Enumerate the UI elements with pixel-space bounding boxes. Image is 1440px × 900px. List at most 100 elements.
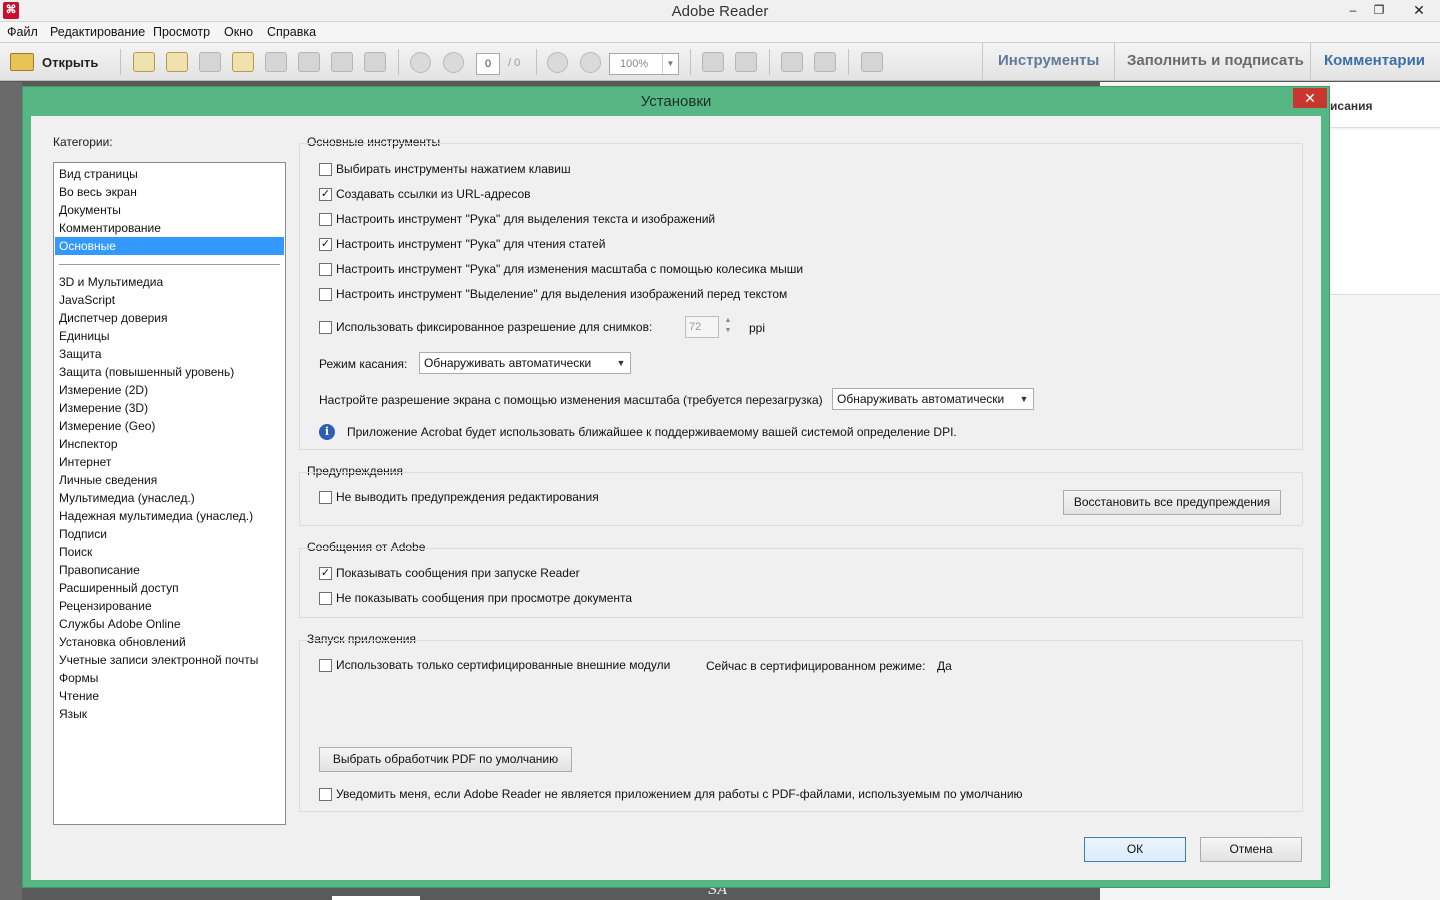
toolbar-separator bbox=[120, 49, 121, 75]
checkbox-fixed-resolution[interactable] bbox=[319, 320, 332, 334]
category-item[interactable]: Расширенный доступ bbox=[55, 579, 284, 597]
save-icon[interactable] bbox=[298, 52, 320, 72]
category-item[interactable]: Инспектор bbox=[55, 435, 284, 453]
category-item[interactable]: Комментирование bbox=[55, 219, 284, 237]
fit-width-icon[interactable] bbox=[735, 52, 757, 72]
menu-edit[interactable]: Редактирование bbox=[50, 25, 145, 39]
checkbox-hand-select-text[interactable] bbox=[319, 212, 332, 226]
open-folder-icon[interactable] bbox=[232, 52, 254, 72]
close-window-button[interactable]: ✕ bbox=[1400, 0, 1438, 20]
ok-button[interactable]: ОК bbox=[1084, 837, 1186, 862]
category-item[interactable]: Формы bbox=[55, 669, 284, 687]
edit-icon[interactable] bbox=[199, 52, 221, 72]
email-icon[interactable] bbox=[364, 52, 386, 72]
category-item[interactable]: Службы Adobe Online bbox=[55, 615, 284, 633]
resolution-stepper[interactable]: ▲ ▼ bbox=[721, 316, 735, 338]
categories-list[interactable]: Вид страницы Во весь экран Документы Ком… bbox=[53, 162, 286, 825]
category-item[interactable]: Защита (повышенный уровень) bbox=[55, 363, 284, 381]
checkbox-no-edit-warnings[interactable] bbox=[319, 490, 332, 504]
checkbox-hand-zoom-wheel[interactable] bbox=[319, 262, 332, 276]
toolbar-separator bbox=[536, 49, 537, 75]
category-item[interactable]: Язык bbox=[55, 705, 284, 723]
certified-mode-value: Да bbox=[937, 659, 952, 673]
option-row: Уведомить меня, если Adobe Reader не явл… bbox=[319, 787, 1023, 801]
print-icon[interactable] bbox=[331, 52, 353, 72]
fit-page-icon[interactable] bbox=[702, 52, 724, 72]
category-item[interactable]: Личные сведения bbox=[55, 471, 284, 489]
menu-file[interactable]: Файл bbox=[7, 25, 38, 39]
category-item[interactable]: Диспетчер доверия bbox=[55, 309, 284, 327]
checkbox-select-images-first[interactable] bbox=[319, 287, 332, 301]
category-item[interactable]: JavaScript bbox=[55, 291, 284, 309]
toolbar-separator bbox=[848, 49, 849, 75]
resolution-input[interactable]: 72 bbox=[685, 316, 719, 338]
zoom-out-icon[interactable] bbox=[547, 52, 568, 73]
screen-scale-select[interactable]: Обнаруживать автоматически ▼ bbox=[832, 388, 1034, 410]
touch-mode-select[interactable]: Обнаруживать автоматически ▼ bbox=[419, 352, 631, 374]
category-item[interactable]: Правописание bbox=[55, 561, 284, 579]
checkbox-create-links[interactable]: ✓ bbox=[319, 187, 332, 201]
open-button[interactable]: Открыть bbox=[6, 48, 110, 76]
cancel-button[interactable]: Отмена bbox=[1200, 837, 1302, 862]
option-row: Использовать фиксированное разрешение дл… bbox=[319, 320, 652, 334]
checkbox-hide-messages-viewing[interactable] bbox=[319, 591, 332, 605]
category-item-selected[interactable]: Основные bbox=[55, 237, 284, 255]
option-label: Уведомить меня, если Adobe Reader не явл… bbox=[336, 787, 1023, 801]
tab-tools[interactable]: Инструменты bbox=[998, 52, 1099, 69]
previous-page-icon[interactable] bbox=[410, 52, 431, 73]
export-pdf-icon[interactable] bbox=[166, 52, 188, 72]
category-item[interactable]: Измерение (2D) bbox=[55, 381, 284, 399]
category-item[interactable]: Интернет bbox=[55, 453, 284, 471]
category-item[interactable]: Единицы bbox=[55, 327, 284, 345]
category-item[interactable]: Чтение bbox=[55, 687, 284, 705]
toolbar-separator bbox=[1114, 43, 1115, 81]
default-pdf-handler-button[interactable]: Выбрать обработчик PDF по умолчанию bbox=[319, 747, 572, 772]
dialog-close-button[interactable]: ✕ bbox=[1293, 88, 1327, 108]
category-item[interactable]: Документы bbox=[55, 201, 284, 219]
chevron-down-icon[interactable]: ▼ bbox=[662, 54, 678, 74]
restore-warnings-button[interactable]: Восстановить все предупреждения bbox=[1063, 490, 1281, 515]
category-item[interactable]: Рецензирование bbox=[55, 597, 284, 615]
maximize-button[interactable]: ❐ bbox=[1364, 0, 1394, 20]
category-item[interactable]: Измерение (3D) bbox=[55, 399, 284, 417]
category-item[interactable]: Мультимедиа (унаслед.) bbox=[55, 489, 284, 507]
category-item[interactable]: Установка обновлений bbox=[55, 633, 284, 651]
checkbox-notify-default[interactable] bbox=[319, 787, 332, 801]
cloud-upload-icon[interactable] bbox=[265, 52, 287, 72]
zoom-select[interactable]: 100% ▼ bbox=[609, 53, 679, 75]
option-row: ✓ Показывать сообщения при запуске Reade… bbox=[319, 566, 580, 580]
category-item[interactable]: Поиск bbox=[55, 543, 284, 561]
menu-view[interactable]: Просмотр bbox=[153, 25, 210, 39]
checkbox-show-messages-launch[interactable]: ✓ bbox=[319, 566, 332, 580]
category-item[interactable]: Измерение (Geo) bbox=[55, 417, 284, 435]
fullscreen-icon[interactable] bbox=[861, 52, 883, 72]
zoom-value: 100% bbox=[620, 58, 649, 70]
category-item[interactable]: Защита bbox=[55, 345, 284, 363]
highlight-icon[interactable] bbox=[814, 52, 836, 72]
checkbox-hand-read-articles[interactable]: ✓ bbox=[319, 237, 332, 251]
category-item[interactable]: Подписи bbox=[55, 525, 284, 543]
category-item[interactable]: 3D и Мультимедиа bbox=[55, 273, 284, 291]
create-pdf-icon[interactable] bbox=[133, 52, 155, 72]
chevron-down-icon[interactable]: ▼ bbox=[612, 353, 630, 373]
panel-content bbox=[1330, 130, 1440, 295]
page-number-input[interactable]: 0 bbox=[476, 53, 500, 75]
category-item[interactable]: Во весь экран bbox=[55, 183, 284, 201]
checkbox-select-tools-keys[interactable] bbox=[319, 162, 332, 176]
menu-window[interactable]: Окно bbox=[224, 25, 253, 39]
menu-help[interactable]: Справка bbox=[267, 25, 316, 39]
option-label: Показывать сообщения при запуске Reader bbox=[336, 566, 580, 580]
category-item[interactable]: Надежная мультимедиа (унаслед.) bbox=[55, 507, 284, 525]
comment-icon[interactable] bbox=[781, 52, 803, 72]
tab-comments[interactable]: Комментарии bbox=[1324, 52, 1425, 69]
toolbar-separator bbox=[1310, 43, 1311, 81]
zoom-in-icon[interactable] bbox=[580, 52, 601, 73]
toolbar-separator bbox=[690, 49, 691, 75]
checkbox-certified-plugins[interactable] bbox=[319, 658, 332, 672]
info-icon: i bbox=[319, 424, 335, 440]
tab-fill-sign[interactable]: Заполнить и подписать bbox=[1127, 52, 1304, 69]
category-item[interactable]: Вид страницы bbox=[55, 165, 284, 183]
next-page-icon[interactable] bbox=[443, 52, 464, 73]
chevron-down-icon[interactable]: ▼ bbox=[1015, 389, 1033, 409]
category-item[interactable]: Учетные записи электронной почты bbox=[55, 651, 284, 669]
